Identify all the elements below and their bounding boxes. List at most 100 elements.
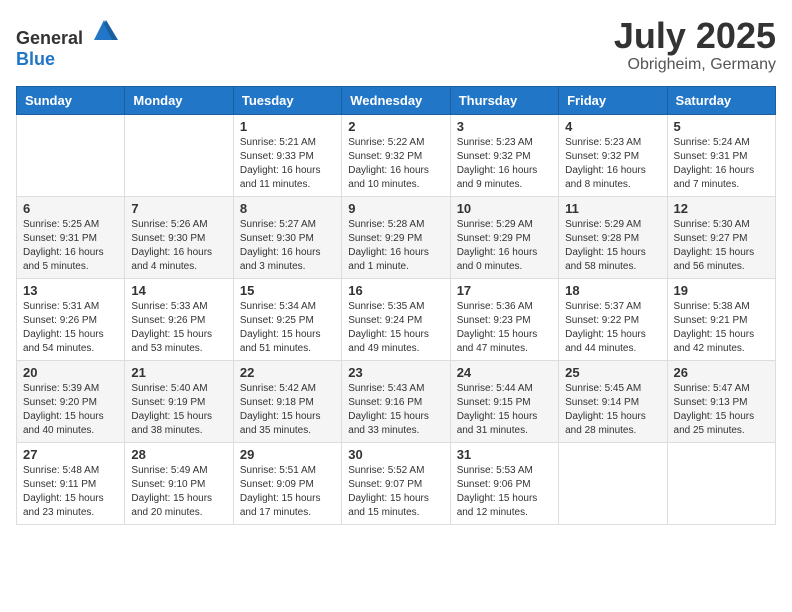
calendar-week-row: 6 Sunrise: 5:25 AMSunset: 9:31 PMDaylight… (17, 196, 776, 278)
day-number: 27 (23, 447, 118, 462)
day-info: Sunrise: 5:26 AMSunset: 9:30 PMDaylight:… (131, 218, 226, 274)
logo-icon (90, 16, 118, 44)
day-number: 4 (565, 119, 660, 134)
weekday-header-tuesday: Tuesday (233, 86, 341, 114)
calendar-cell: 6 Sunrise: 5:25 AMSunset: 9:31 PMDaylight… (17, 196, 125, 278)
calendar-cell: 3Sunrise: 5:23 AMSunset: 9:32 PMDaylight… (450, 114, 558, 196)
calendar-cell: 10 Sunrise: 5:29 AMSunset: 9:29 PMDayligh… (450, 196, 558, 278)
calendar-cell: 28 Sunrise: 5:49 AMSunset: 9:10 PMDayligh… (125, 442, 233, 524)
day-info: Sunrise: 5:37 AMSunset: 9:22 PMDaylight:… (565, 300, 660, 356)
calendar-cell: 31 Sunrise: 5:53 AMSunset: 9:06 PMDayligh… (450, 442, 558, 524)
day-info: Sunrise: 5:34 AMSunset: 9:25 PMDaylight:… (240, 300, 335, 356)
weekday-header-row: SundayMondayTuesdayWednesdayThursdayFrid… (17, 86, 776, 114)
day-info: Sunrise: 5:45 AMSunset: 9:14 PMDaylight:… (565, 382, 660, 438)
day-number: 11 (565, 201, 660, 216)
day-info: Sunrise: 5:25 AMSunset: 9:31 PMDaylight:… (23, 218, 118, 274)
day-info: Sunrise: 5:42 AMSunset: 9:18 PMDaylight:… (240, 382, 335, 438)
day-info: Sunrise: 5:28 AMSunset: 9:29 PMDaylight:… (348, 218, 443, 274)
logo-blue: Blue (16, 49, 55, 69)
calendar-table: SundayMondayTuesdayWednesdayThursdayFrid… (16, 86, 776, 525)
logo-text: General Blue (16, 16, 118, 70)
calendar-cell: 22 Sunrise: 5:42 AMSunset: 9:18 PMDayligh… (233, 360, 341, 442)
weekday-header-saturday: Saturday (667, 86, 775, 114)
calendar-cell: 23 Sunrise: 5:43 AMSunset: 9:16 PMDayligh… (342, 360, 450, 442)
day-info: Sunrise: 5:24 AMSunset: 9:31 PMDaylight:… (674, 136, 769, 192)
calendar-cell: 11 Sunrise: 5:29 AMSunset: 9:28 PMDayligh… (559, 196, 667, 278)
day-number: 13 (23, 283, 118, 298)
day-number: 24 (457, 365, 552, 380)
day-info: Sunrise: 5:44 AMSunset: 9:15 PMDaylight:… (457, 382, 552, 438)
calendar-cell: 9 Sunrise: 5:28 AMSunset: 9:29 PMDaylight… (342, 196, 450, 278)
day-number: 9 (348, 201, 443, 216)
day-info: Sunrise: 5:51 AMSunset: 9:09 PMDaylight:… (240, 464, 335, 520)
day-number: 2 (348, 119, 443, 134)
day-number: 22 (240, 365, 335, 380)
title-block: July 2025 Obrigheim, Germany (614, 16, 776, 74)
day-number: 31 (457, 447, 552, 462)
day-number: 16 (348, 283, 443, 298)
calendar-cell: 14 Sunrise: 5:33 AMSunset: 9:26 PMDayligh… (125, 278, 233, 360)
logo-general: General (16, 28, 83, 48)
calendar-cell (125, 114, 233, 196)
calendar-cell: 13Sunrise: 5:31 AMSunset: 9:26 PMDayligh… (17, 278, 125, 360)
day-number: 30 (348, 447, 443, 462)
page-header: General Blue July 2025 Obrigheim, German… (16, 16, 776, 74)
calendar-cell: 1Sunrise: 5:21 AMSunset: 9:33 PMDaylight… (233, 114, 341, 196)
day-info: Sunrise: 5:40 AMSunset: 9:19 PMDaylight:… (131, 382, 226, 438)
calendar-cell: 25Sunrise: 5:45 AMSunset: 9:14 PMDayligh… (559, 360, 667, 442)
day-number: 23 (348, 365, 443, 380)
calendar-cell: 18Sunrise: 5:37 AMSunset: 9:22 PMDayligh… (559, 278, 667, 360)
day-number: 1 (240, 119, 335, 134)
day-info: Sunrise: 5:43 AMSunset: 9:16 PMDaylight:… (348, 382, 443, 438)
calendar-cell: 17Sunrise: 5:36 AMSunset: 9:23 PMDayligh… (450, 278, 558, 360)
day-number: 15 (240, 283, 335, 298)
calendar-cell: 20Sunrise: 5:39 AMSunset: 9:20 PMDayligh… (17, 360, 125, 442)
day-info: Sunrise: 5:38 AMSunset: 9:21 PMDaylight:… (674, 300, 769, 356)
calendar-cell: 2 Sunrise: 5:22 AMSunset: 9:32 PMDaylight… (342, 114, 450, 196)
calendar-cell (17, 114, 125, 196)
calendar-cell: 21 Sunrise: 5:40 AMSunset: 9:19 PMDayligh… (125, 360, 233, 442)
day-info: Sunrise: 5:49 AMSunset: 9:10 PMDaylight:… (131, 464, 226, 520)
day-number: 6 (23, 201, 118, 216)
weekday-header-monday: Monday (125, 86, 233, 114)
day-number: 19 (674, 283, 769, 298)
calendar-cell: 30 Sunrise: 5:52 AMSunset: 9:07 PMDayligh… (342, 442, 450, 524)
day-number: 7 (131, 201, 226, 216)
calendar-cell: 29 Sunrise: 5:51 AMSunset: 9:09 PMDayligh… (233, 442, 341, 524)
month-title: July 2025 (614, 16, 776, 56)
weekday-header-friday: Friday (559, 86, 667, 114)
day-number: 10 (457, 201, 552, 216)
day-number: 29 (240, 447, 335, 462)
weekday-header-wednesday: Wednesday (342, 86, 450, 114)
day-number: 3 (457, 119, 552, 134)
day-info: Sunrise: 5:47 AMSunset: 9:13 PMDaylight:… (674, 382, 769, 438)
calendar-cell: 5Sunrise: 5:24 AMSunset: 9:31 PMDaylight… (667, 114, 775, 196)
weekday-header-sunday: Sunday (17, 86, 125, 114)
day-number: 21 (131, 365, 226, 380)
calendar-cell (559, 442, 667, 524)
calendar-cell: 16 Sunrise: 5:35 AMSunset: 9:24 PMDayligh… (342, 278, 450, 360)
day-info: Sunrise: 5:35 AMSunset: 9:24 PMDaylight:… (348, 300, 443, 356)
day-number: 28 (131, 447, 226, 462)
day-number: 12 (674, 201, 769, 216)
calendar-cell: 24 Sunrise: 5:44 AMSunset: 9:15 PMDayligh… (450, 360, 558, 442)
calendar-cell (667, 442, 775, 524)
calendar-week-row: 1Sunrise: 5:21 AMSunset: 9:33 PMDaylight… (17, 114, 776, 196)
day-info: Sunrise: 5:33 AMSunset: 9:26 PMDaylight:… (131, 300, 226, 356)
day-info: Sunrise: 5:29 AMSunset: 9:28 PMDaylight:… (565, 218, 660, 274)
calendar-cell: 26Sunrise: 5:47 AMSunset: 9:13 PMDayligh… (667, 360, 775, 442)
calendar-week-row: 20Sunrise: 5:39 AMSunset: 9:20 PMDayligh… (17, 360, 776, 442)
calendar-cell: 15 Sunrise: 5:34 AMSunset: 9:25 PMDayligh… (233, 278, 341, 360)
day-info: Sunrise: 5:29 AMSunset: 9:29 PMDaylight:… (457, 218, 552, 274)
calendar-cell: 4Sunrise: 5:23 AMSunset: 9:32 PMDaylight… (559, 114, 667, 196)
logo: General Blue (16, 16, 118, 70)
day-info: Sunrise: 5:48 AMSunset: 9:11 PMDaylight:… (23, 464, 118, 520)
day-number: 8 (240, 201, 335, 216)
day-info: Sunrise: 5:53 AMSunset: 9:06 PMDaylight:… (457, 464, 552, 520)
weekday-header-thursday: Thursday (450, 86, 558, 114)
calendar-week-row: 13Sunrise: 5:31 AMSunset: 9:26 PMDayligh… (17, 278, 776, 360)
day-info: Sunrise: 5:22 AMSunset: 9:32 PMDaylight:… (348, 136, 443, 192)
day-info: Sunrise: 5:52 AMSunset: 9:07 PMDaylight:… (348, 464, 443, 520)
day-number: 14 (131, 283, 226, 298)
calendar-cell: 8Sunrise: 5:27 AMSunset: 9:30 PMDaylight… (233, 196, 341, 278)
